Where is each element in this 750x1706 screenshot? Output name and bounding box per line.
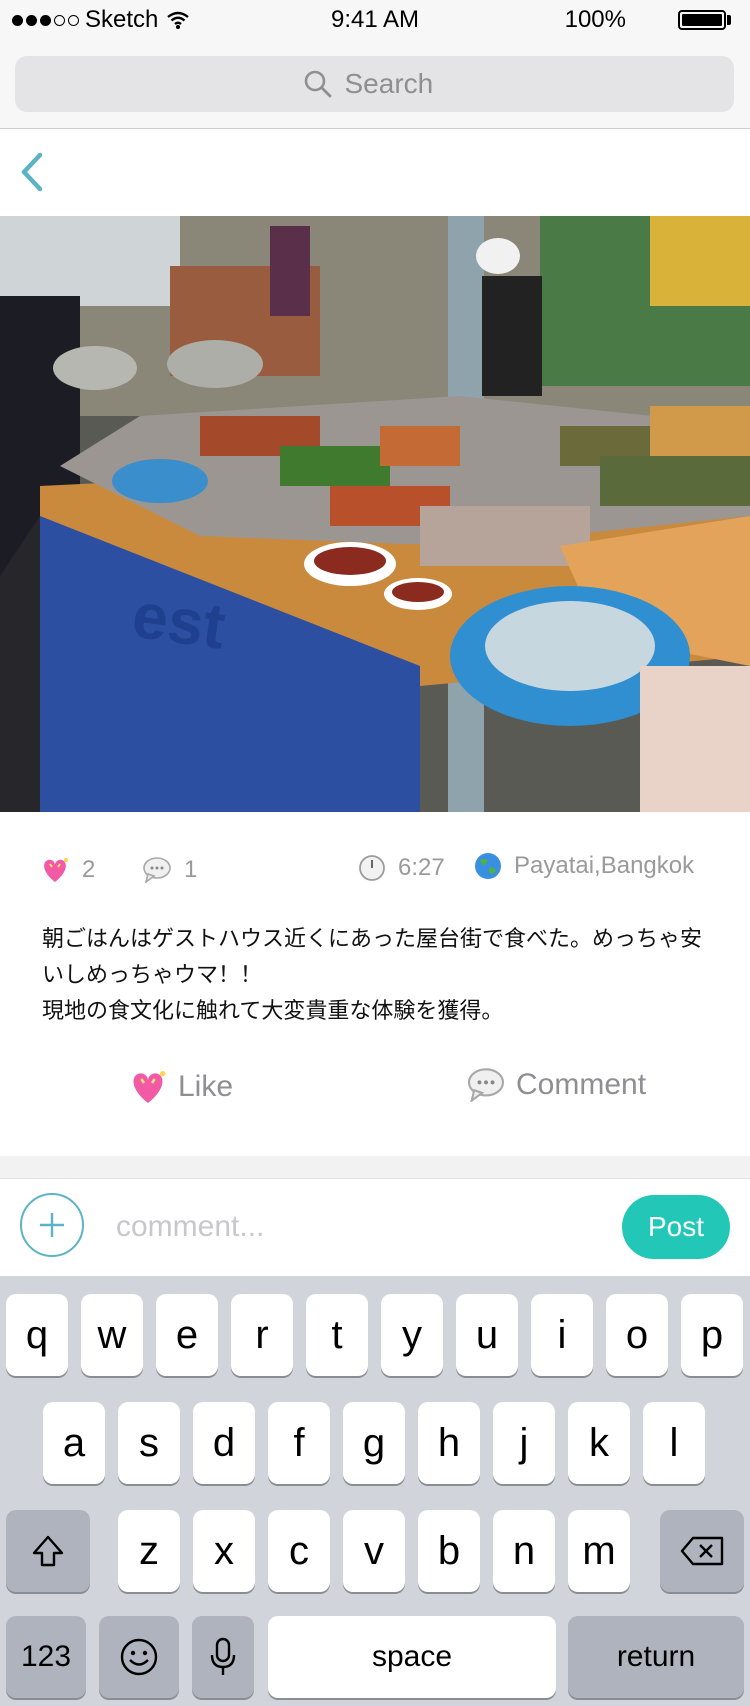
comment-button[interactable]: Comment: [466, 1068, 646, 1102]
status-bar: Sketch 9:41 AM 100%: [0, 0, 750, 40]
key-k[interactable]: k: [568, 1402, 630, 1484]
key-u[interactable]: u: [456, 1294, 518, 1376]
key-x[interactable]: x: [193, 1510, 255, 1592]
key-c[interactable]: c: [268, 1510, 330, 1592]
post-button[interactable]: Post: [622, 1195, 730, 1259]
post-time-value: 6:27: [398, 854, 445, 881]
key-p[interactable]: p: [681, 1294, 743, 1376]
microphone-key[interactable]: [192, 1616, 254, 1698]
key-y[interactable]: y: [381, 1294, 443, 1376]
emoji-key[interactable]: [99, 1616, 179, 1698]
key-f[interactable]: f: [268, 1402, 330, 1484]
key-i[interactable]: i: [531, 1294, 593, 1376]
comment-input[interactable]: [114, 1201, 548, 1253]
search-input[interactable]: [342, 67, 447, 101]
speech-bubble-icon: [467, 1068, 505, 1102]
key-w[interactable]: w: [81, 1294, 143, 1376]
speech-bubble-icon: [143, 857, 171, 883]
space-key[interactable]: space: [268, 1616, 556, 1698]
key-d[interactable]: d: [193, 1402, 255, 1484]
sparkling-heart-icon: [44, 858, 68, 882]
key-l[interactable]: l: [643, 1402, 705, 1484]
search-bar: [0, 40, 750, 129]
nav-bar: [0, 129, 750, 215]
keyboard: q w e r t y u i o p a s d f g h j k l z …: [0, 1276, 750, 1706]
key-h[interactable]: h: [418, 1402, 480, 1484]
key-a[interactable]: a: [43, 1402, 105, 1484]
key-t[interactable]: t: [306, 1294, 368, 1376]
like-button[interactable]: Like: [128, 1068, 233, 1106]
likes-number: 2: [82, 856, 96, 883]
sparkling-heart-icon: [133, 1071, 166, 1103]
back-arrow-icon[interactable]: [14, 147, 54, 197]
battery-icon: [678, 10, 726, 30]
key-b[interactable]: b: [418, 1510, 480, 1592]
key-n[interactable]: n: [493, 1510, 555, 1592]
emoji-icon: [120, 1638, 158, 1676]
post-body-text: 朝ごはんはゲストハウス近くにあった屋台街で食べた。めっちゃ安いしめっちゃウマ！！…: [42, 927, 703, 1024]
key-m[interactable]: m: [568, 1510, 630, 1592]
key-v[interactable]: v: [343, 1510, 405, 1592]
battery-percent: 100%: [564, 6, 626, 33]
return-key[interactable]: return: [568, 1616, 744, 1698]
key-e[interactable]: e: [156, 1294, 218, 1376]
add-attachment-button[interactable]: [20, 1193, 84, 1257]
plus-icon: [40, 1213, 64, 1237]
globe-icon: [475, 853, 501, 879]
numbers-key[interactable]: 123: [6, 1616, 86, 1698]
status-time: 9:41 AM: [330, 6, 420, 33]
backspace-icon: [680, 1536, 724, 1566]
like-label: Like: [178, 1070, 234, 1103]
key-r[interactable]: r: [231, 1294, 293, 1376]
post-location: Payatai,Bangkok: [474, 852, 694, 880]
search-box[interactable]: [15, 56, 734, 112]
shift-key[interactable]: [6, 1510, 90, 1592]
location-name: Payatai,Bangkok: [514, 852, 695, 879]
key-g[interactable]: g: [343, 1402, 405, 1484]
search-icon: [304, 70, 331, 98]
microphone-icon: [210, 1637, 236, 1675]
key-o[interactable]: o: [606, 1294, 668, 1376]
post-photo: est: [0, 216, 750, 812]
likes-count: 2: [40, 856, 95, 884]
key-q[interactable]: q: [6, 1294, 68, 1376]
comment-label: Comment: [516, 1068, 647, 1101]
key-j[interactable]: j: [493, 1402, 555, 1484]
comments-number: 1: [184, 856, 198, 883]
battery-cap: [727, 15, 731, 25]
section-divider: [0, 1156, 750, 1178]
clock-icon: [359, 855, 385, 881]
key-z[interactable]: z: [118, 1510, 180, 1592]
comment-bar: Post: [0, 1178, 750, 1277]
post-time: 6:27: [358, 854, 445, 882]
shift-icon: [32, 1535, 64, 1567]
comments-count: 1: [142, 856, 197, 884]
key-s[interactable]: s: [118, 1402, 180, 1484]
svg-text:est: est: [128, 579, 230, 663]
backspace-key[interactable]: [660, 1510, 744, 1592]
